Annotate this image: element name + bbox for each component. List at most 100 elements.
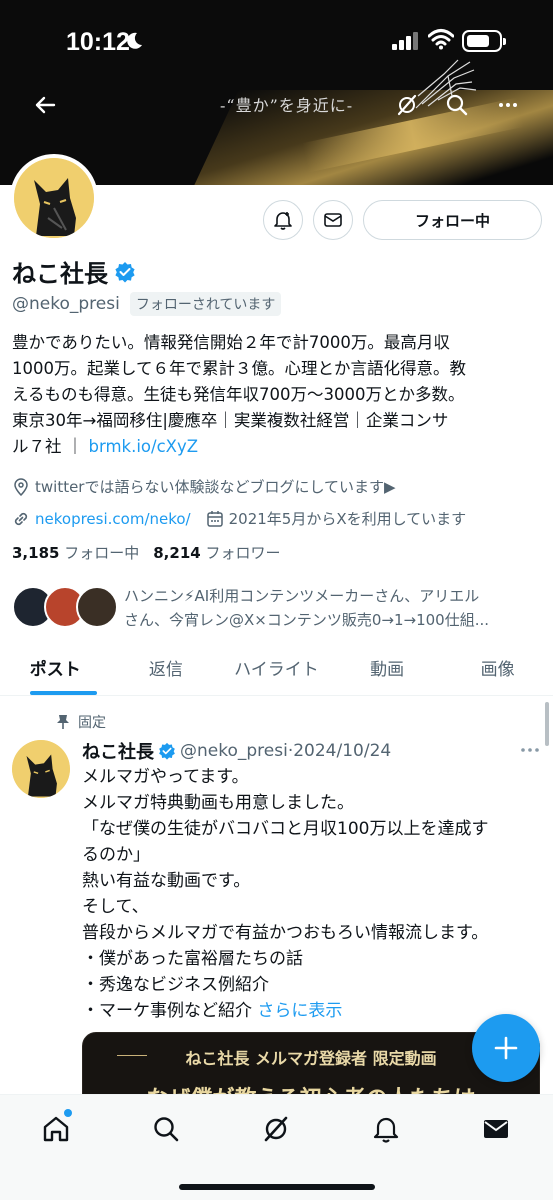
follower-avatar xyxy=(76,586,118,628)
show-more-link[interactable]: さらに表示 xyxy=(257,1001,342,1021)
grok-icon xyxy=(397,94,417,116)
envelope-icon xyxy=(324,213,342,227)
post-handle-date: @neko_presi·2024/10/24 xyxy=(180,741,392,761)
post-line: メルマガやってます。 xyxy=(82,767,249,787)
message-button[interactable] xyxy=(313,200,353,240)
post-line: ・マーケ事例など紹介 さらに表示 xyxy=(82,998,532,1024)
follow-counts: 3,185 フォロー中 8,214 フォロワー xyxy=(12,542,281,563)
cat-avatar-image xyxy=(12,740,70,798)
link-icon xyxy=(14,512,28,525)
cat-avatar-image xyxy=(14,158,94,238)
post-line: 「なぜ僕の生徒がバコバコと月収100万以上を達成す xyxy=(82,819,489,839)
tab-replies[interactable]: 返信 xyxy=(111,646,222,695)
profile-tabs: ポスト 返信 ハイライト 動画 画像 xyxy=(0,646,553,696)
handle-row: @neko_presi フォローされています xyxy=(12,292,282,316)
nav-search[interactable] xyxy=(148,1111,184,1147)
notification-dot xyxy=(64,1109,72,1117)
bio-line: 1000万。起業して６年で累計３億。心理とか言語化得意。教 xyxy=(12,359,466,378)
bio-line-text: ル７社 ｜ xyxy=(12,437,89,456)
tab-posts[interactable]: ポスト xyxy=(0,646,111,695)
following-link[interactable]: 3,185 フォロー中 xyxy=(12,542,139,563)
profile-website-joined: nekopresi.com/neko/ 2021年5月からXを利用しています xyxy=(12,508,466,529)
bell-icon xyxy=(373,1117,399,1143)
home-indicator[interactable] xyxy=(179,1184,375,1190)
tab-videos[interactable]: 動画 xyxy=(332,646,443,695)
search-icon xyxy=(154,1117,179,1142)
more-dots-icon xyxy=(499,103,517,107)
followed-by-text[interactable]: ハンニン⚡AI利用コンテンツメーカーさん、アリエル さん、今宵レン@X×コンテン… xyxy=(124,584,539,632)
location-pin-icon xyxy=(14,477,28,496)
post-author-name[interactable]: ねこ社長 xyxy=(82,738,154,764)
post-line: メルマガ特典動画も用意しました。 xyxy=(82,793,354,813)
nav-grok[interactable] xyxy=(258,1111,294,1147)
profile-handle: @neko_presi xyxy=(12,294,120,314)
search-button[interactable] xyxy=(442,90,472,120)
bio-line: ル７社 ｜ brmk.io/cXyZ xyxy=(12,434,537,460)
home-icon xyxy=(43,1116,69,1142)
following-label: フォロー中 xyxy=(64,544,140,562)
following-button[interactable]: フォロー中 xyxy=(363,200,542,240)
following-count: 3,185 xyxy=(12,544,60,562)
compose-post-button[interactable] xyxy=(472,1014,540,1082)
tab-highlights[interactable]: ハイライト xyxy=(221,646,332,695)
bell-plus-icon xyxy=(274,212,292,230)
wifi-icon xyxy=(428,29,454,50)
grok-button[interactable] xyxy=(392,90,422,120)
nav-home[interactable] xyxy=(38,1109,74,1147)
profile-location: twitterでは語らない体験談などブログにしています▶ xyxy=(12,476,396,497)
nav-messages[interactable] xyxy=(478,1111,514,1147)
tab-images[interactable]: 画像 xyxy=(442,646,553,695)
scrollbar[interactable] xyxy=(545,702,549,746)
verified-badge-icon xyxy=(159,742,175,760)
post-line: そして、 xyxy=(82,897,149,917)
notify-bell-button[interactable] xyxy=(263,200,303,240)
bio-line: 豊かでありたい。情報発信開始２年で計7000万。最高月収 xyxy=(12,333,450,352)
status-time: 10:12 xyxy=(66,28,130,56)
post-line: ・秀逸なビジネス例紹介 xyxy=(82,975,269,995)
post-line: るのか」 xyxy=(82,845,150,865)
follows-you-badge: フォローされています xyxy=(129,292,282,316)
post-author-avatar[interactable] xyxy=(12,740,70,798)
calendar-icon xyxy=(206,510,223,527)
joined-date: 2021年5月からXを利用しています xyxy=(228,510,467,528)
followed-by-line: ハンニン⚡AI利用コンテンツメーカーさん、アリエル xyxy=(124,587,480,605)
followed-by-line: さん、今宵レン@X×コンテンツ販売0→1→100仕組... xyxy=(124,611,490,629)
post-line: ・僕があった富裕層たちの話 xyxy=(82,949,303,969)
back-button[interactable] xyxy=(30,90,60,120)
cellular-signal-icon xyxy=(392,32,418,50)
back-arrow-icon xyxy=(35,96,56,114)
battery-icon xyxy=(462,30,506,52)
post-more-button[interactable] xyxy=(520,738,540,759)
grok-icon xyxy=(264,1116,288,1142)
search-icon xyxy=(446,94,468,116)
nav-notifications[interactable] xyxy=(368,1111,404,1147)
post-media[interactable]: ねこ社長 メルマガ登録者 限定動画 なぜ僕が教える初心者の人たちは xyxy=(82,1032,540,1102)
pinned-label: 固定 xyxy=(78,715,106,731)
bio-link[interactable]: brmk.io/cXyZ xyxy=(89,437,199,456)
post-line: 普段からメルマガで有益かつおもろい情報流します。 xyxy=(82,923,489,943)
more-dots-icon xyxy=(521,748,539,752)
profile-name-row: ねこ社長 xyxy=(12,254,136,289)
envelope-icon xyxy=(484,1120,508,1138)
followers-label: フォロワー xyxy=(205,544,281,562)
post-body[interactable]: メルマガやってます。 メルマガ特典動画も用意しました。 「なぜ僕の生徒がバコバコ… xyxy=(82,764,532,1024)
profile-avatar[interactable] xyxy=(10,154,98,242)
more-options-button[interactable] xyxy=(493,90,523,120)
followers-count: 8,214 xyxy=(153,544,201,562)
pinned-indicator: 固定 xyxy=(56,712,106,732)
status-bar: 10:12 xyxy=(0,0,553,84)
media-caption: ねこ社長 メルマガ登録者 限定動画 xyxy=(185,1049,437,1068)
verified-badge-icon[interactable] xyxy=(114,261,136,283)
moon-icon xyxy=(127,32,142,49)
profile-name: ねこ社長 xyxy=(12,260,108,288)
post-line: 熱い有益な動画です。 xyxy=(82,871,251,891)
post-header: ねこ社長 @neko_presi·2024/10/24 xyxy=(82,738,391,764)
followers-link[interactable]: 8,214 フォロワー xyxy=(153,542,280,563)
banner-title: -“豊か”を身近に- xyxy=(220,96,354,115)
plus-icon xyxy=(494,1036,518,1060)
bio-line: 東京30年→福岡移住|慶應卒｜実業複数社経営｜企業コンサ xyxy=(12,411,449,430)
website-link[interactable]: nekopresi.com/neko/ xyxy=(35,510,191,528)
profile-bio: 豊かでありたい。情報発信開始２年で計7000万。最高月収 1000万。起業して６… xyxy=(12,330,537,460)
bio-line: えるものも得意。生徒も発信年収700万〜3000万とか多数。 xyxy=(12,385,465,404)
post-line-text: ・マーケ事例など紹介 xyxy=(82,1001,258,1021)
